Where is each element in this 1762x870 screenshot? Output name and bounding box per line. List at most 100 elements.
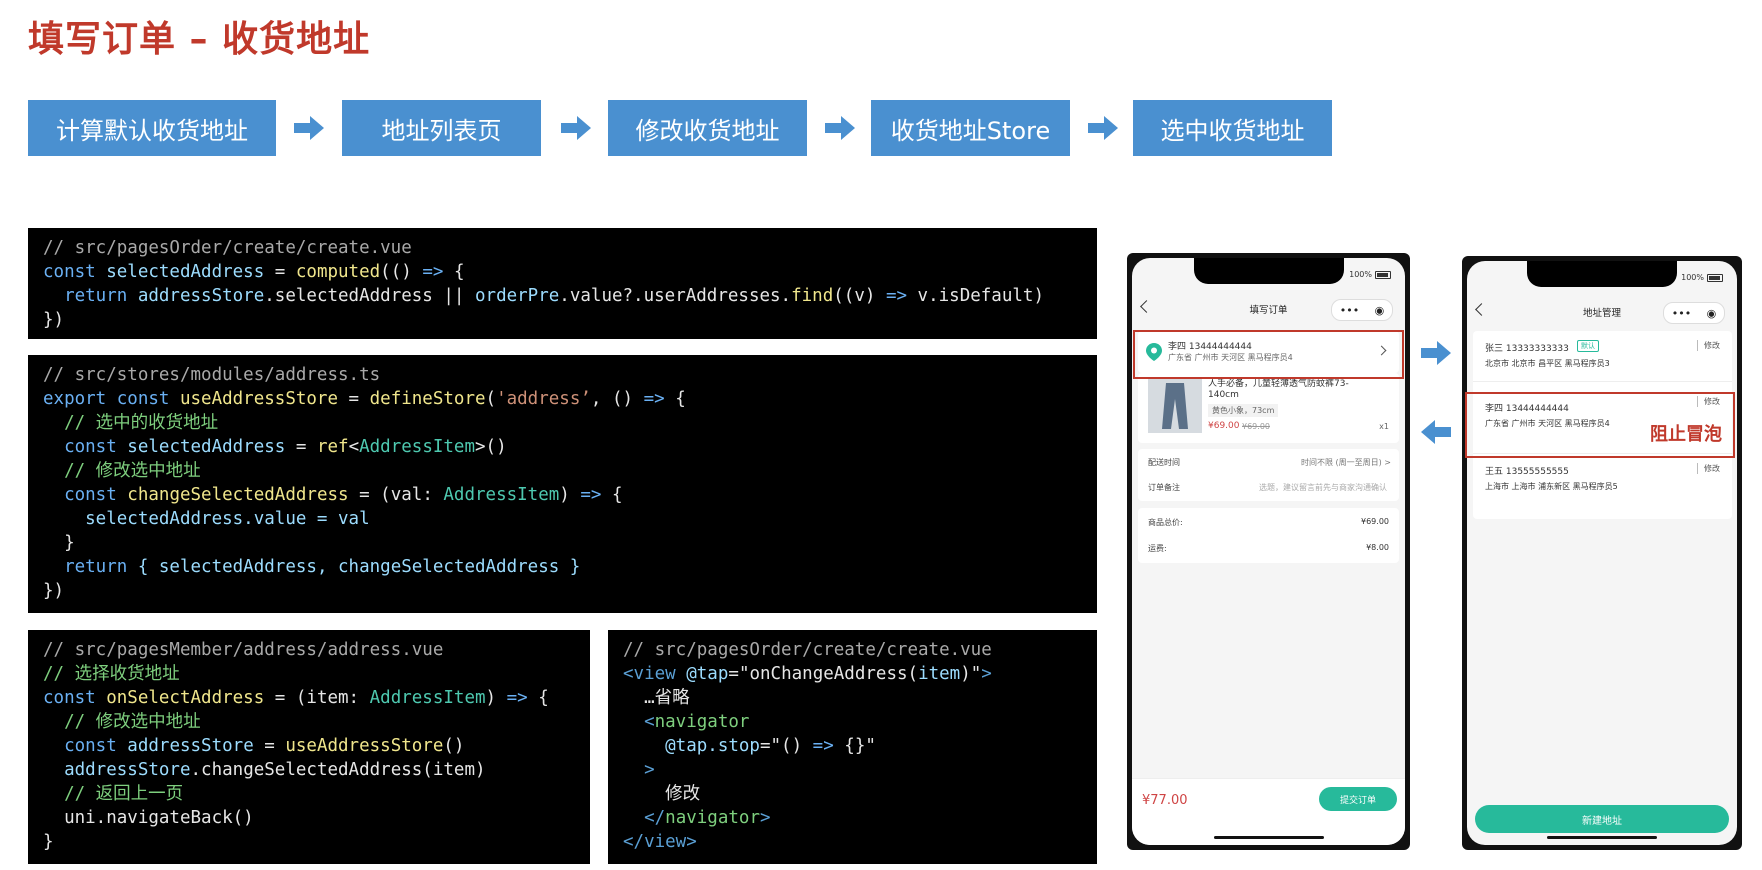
code-token: addressStore	[137, 286, 265, 306]
edit-address-button[interactable]: 修改	[1697, 463, 1720, 474]
code-comment: // src/pagesMember/address/address.vue	[43, 640, 444, 660]
battery-text: 100%	[1349, 270, 1372, 279]
code-token: selectedAddress	[106, 262, 265, 282]
code-token: return	[43, 286, 138, 306]
code-token: addressStore	[127, 736, 254, 756]
code-token: <	[623, 664, 634, 684]
code-token: useAddressStore	[179, 389, 339, 409]
close-circle-icon[interactable]: ◉	[1707, 307, 1717, 320]
status-bar: 100%	[1681, 273, 1723, 282]
remark-input[interactable]: 选题，建议留言前先与商家沟通确认	[1259, 482, 1387, 493]
total-label: 商品总价:	[1148, 518, 1183, 527]
code-token: >	[759, 808, 771, 828]
code-token: </	[623, 832, 645, 852]
new-address-button[interactable]: 新建地址	[1475, 805, 1729, 833]
code-token: selectedAddress.value = val	[43, 509, 370, 529]
code-token: const	[43, 262, 107, 282]
battery-icon	[1375, 270, 1391, 279]
capsule-menu[interactable]: ••• ◉	[1663, 302, 1725, 324]
edit-address-button[interactable]: 修改	[1697, 340, 1720, 351]
code-token: }	[43, 832, 54, 852]
code-token: AddressItem	[443, 485, 560, 505]
phone-notch	[1193, 258, 1344, 284]
code-token: >()	[475, 437, 507, 457]
code-token: selectedAddress	[127, 437, 286, 457]
code-token: export const	[43, 389, 180, 409]
back-icon[interactable]	[1475, 303, 1488, 316]
code-comment: // 选中的收货地址	[43, 413, 219, 433]
code-token: }	[43, 533, 75, 553]
capsule-menu[interactable]: ••• ◉	[1331, 299, 1393, 321]
product-card[interactable]: 人手必备，儿童轻薄透气防蚊裤73-140cm 黄色小象，73cm ¥69.00 …	[1138, 373, 1399, 443]
code-comment: // src/pagesOrder/create/create.vue	[623, 640, 992, 660]
code-token: .selectedAddress	[264, 286, 433, 306]
address-name: 张三 13333333333	[1485, 344, 1569, 354]
code-block-create-computed: // src/pagesOrder/create/create.vue cons…	[28, 228, 1097, 339]
step-1: 计算默认收货地址	[28, 100, 276, 156]
code-token: AddressItem	[359, 437, 476, 457]
arrow-right-icon	[294, 116, 324, 140]
nav-title: 地址管理	[1582, 308, 1621, 319]
code-token: 修改	[623, 784, 701, 804]
code-token: =>	[643, 389, 665, 409]
close-circle-icon[interactable]: ◉	[1375, 304, 1385, 317]
address-item[interactable]: 张三 13333333333 默认 北京市 北京市 昌平区 黑马程序员3 修改	[1473, 331, 1732, 382]
nav-title: 填写订单	[1249, 305, 1288, 316]
code-token: v.isDefault)	[907, 286, 1044, 306]
code-token: =>	[580, 485, 602, 505]
code-token: addressStore	[43, 760, 191, 780]
code-token: .changeSelectedAddress(item)	[190, 760, 486, 780]
address-detail: 上海市 上海市 浦东新区 黑马程序员5	[1485, 482, 1618, 491]
address-screen: 100% 地址管理 ••• ◉ 张三 13333333333 默认 北京市 北京市…	[1467, 261, 1737, 845]
code-token: ((v)	[833, 286, 886, 306]
step-3: 修改收货地址	[608, 100, 807, 156]
address-name: 王五 13555555555	[1485, 467, 1569, 477]
product-image	[1148, 377, 1202, 433]
pay-total: ¥77.00	[1142, 793, 1188, 808]
home-indicator	[1547, 836, 1657, 839]
arrow-right-icon	[561, 116, 591, 140]
submit-order-button[interactable]: 提交订单	[1319, 787, 1397, 811]
code-token: navigator	[654, 712, 750, 732]
code-token: return	[43, 557, 138, 577]
order-options-card: 配送时间 时间不限 (周一至周日) > 订单备注 选题，建议留言前先与商家沟通确…	[1138, 449, 1399, 501]
remark-label: 订单备注	[1148, 483, 1180, 492]
back-icon[interactable]	[1140, 300, 1153, 313]
more-icon[interactable]: •••	[1340, 304, 1359, 317]
code-token: =>	[812, 736, 834, 756]
code-token: computed	[295, 262, 381, 282]
product-price: ¥69.00	[1208, 421, 1240, 431]
code-token: {	[443, 262, 465, 282]
code-block-address-store: // src/stores/modules/address.ts export …	[28, 355, 1097, 613]
code-comment: // 修改选中地址	[43, 461, 201, 481]
code-block-create-template: // src/pagesOrder/create/create.vue <vie…	[608, 630, 1097, 864]
code-token: =	[285, 437, 317, 457]
code-token: "onChangeAddress(	[738, 664, 919, 684]
code-token: { selectedAddress, changeSelectedAddress…	[137, 557, 581, 577]
code-comment: // src/pagesOrder/create/create.vue	[43, 238, 412, 258]
status-bar: 100%	[1349, 270, 1391, 279]
code-token: >	[686, 832, 697, 852]
product-qty: x1	[1379, 422, 1389, 431]
default-badge: 默认	[1577, 340, 1599, 352]
submit-bar: ¥77.00 提交订单	[1132, 778, 1405, 845]
code-comment: // 选择收货地址	[43, 664, 180, 684]
code-token: =>	[885, 286, 908, 306]
flow-steps: 计算默认收货地址 地址列表页 修改收货地址 收货地址Store 选中收货地址	[28, 100, 1348, 160]
code-token: ||	[432, 286, 475, 306]
code-token: const	[43, 688, 107, 708]
battery-text: 100%	[1681, 273, 1704, 282]
address-item[interactable]: 王五 13555555555 上海市 上海市 浦东新区 黑马程序员5 修改	[1473, 453, 1732, 504]
code-token: {}"	[833, 736, 876, 756]
delivery-value[interactable]: 时间不限 (周一至周日) >	[1301, 457, 1391, 468]
code-comment: // src/stores/modules/address.ts	[43, 365, 381, 385]
code-token: view	[633, 664, 676, 684]
arrow-right-icon	[1088, 116, 1118, 140]
code-token: =	[338, 389, 370, 409]
freight-label: 运费:	[1148, 544, 1167, 553]
more-icon[interactable]: •••	[1672, 307, 1691, 320]
code-token: find	[791, 286, 834, 306]
code-token: , ()	[590, 389, 644, 409]
arrow-right-icon	[1421, 341, 1451, 365]
step-5: 选中收货地址	[1133, 100, 1332, 156]
